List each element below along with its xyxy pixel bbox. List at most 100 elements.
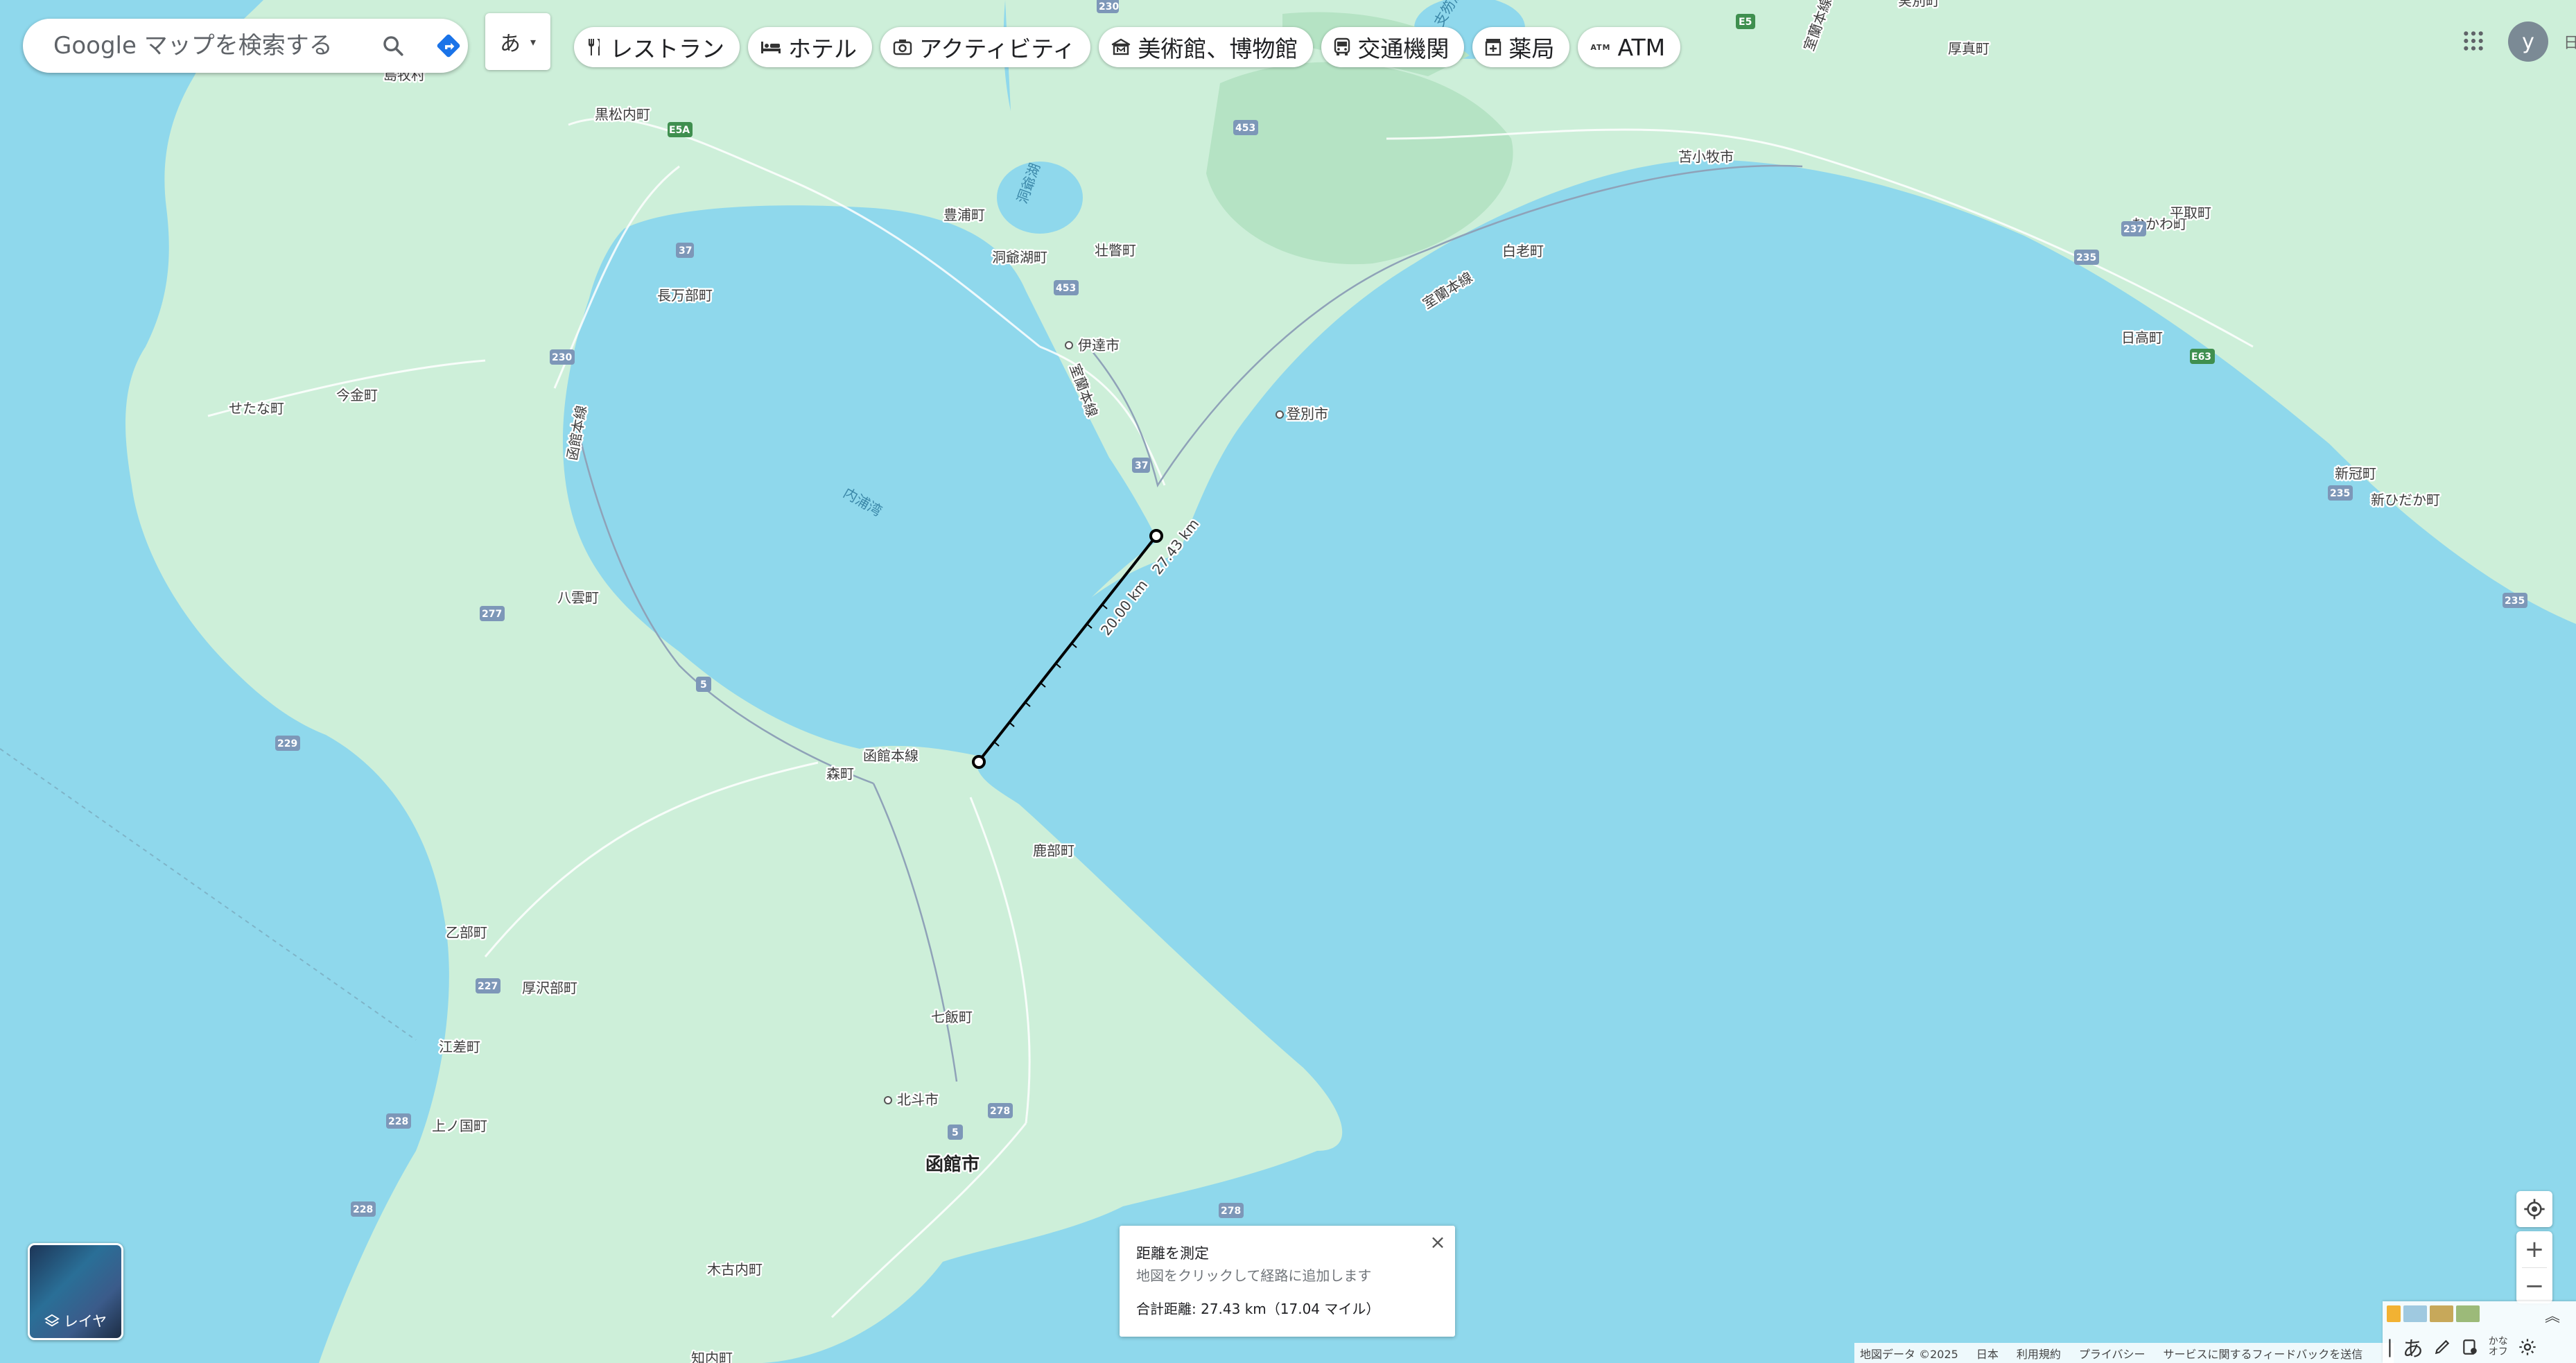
svg-text:230: 230 (1099, 1, 1119, 12)
privacy-link[interactable]: プライバシー (2079, 1345, 2146, 1362)
measure-title: 距離を測定 (1136, 1245, 1209, 1262)
chip-label: ホテル (788, 35, 857, 62)
svg-text:5: 5 (952, 1127, 959, 1138)
chip-pharmacy[interactable]: 薬局 (1472, 27, 1570, 67)
svg-text:苫小牧市: 苫小牧市 (1678, 148, 1734, 165)
svg-text:235: 235 (2505, 596, 2525, 607)
layers-label: レイヤ (63, 1313, 107, 1330)
corner-text: 日 (2564, 35, 2576, 52)
svg-text:E63: E63 (2191, 351, 2211, 363)
svg-text:453: 453 (1056, 283, 1076, 294)
search-box[interactable] (23, 19, 468, 73)
kana-toggle[interactable]: かな オフ (2489, 1337, 2508, 1357)
svg-text:新冠町: 新冠町 (2335, 465, 2376, 482)
camera-icon (893, 40, 912, 55)
expand-up-icon[interactable]: ︽ (2545, 1304, 2560, 1326)
chip-label: 薬局 (1508, 35, 1555, 62)
svg-text:237: 237 (2123, 224, 2143, 235)
svg-text:実別町: 実別町 (1898, 0, 1940, 9)
svg-text:江差町: 江差町 (439, 1039, 480, 1055)
chip-museums[interactable]: 美術館、博物館 (1099, 27, 1314, 67)
dictionary-icon[interactable] (2461, 1338, 2479, 1356)
country-link[interactable]: 日本 (1976, 1345, 1999, 1362)
pharmacy-icon (1486, 39, 1502, 56)
svg-text:E5A: E5A (669, 125, 690, 136)
svg-text:登別市: 登別市 (1287, 406, 1328, 422)
svg-text:室蘭本線: 室蘭本線 (1420, 268, 1476, 312)
chip-hotel[interactable]: ホテル (748, 27, 872, 67)
svg-text:厚沢部町: 厚沢部町 (522, 980, 577, 996)
imagery-thumb[interactable] (2456, 1305, 2480, 1322)
search-button[interactable] (378, 31, 408, 61)
svg-text:新ひだか町: 新ひだか町 (2371, 492, 2440, 508)
svg-text:上ノ国町: 上ノ国町 (432, 1118, 487, 1134)
search-icon (383, 36, 403, 56)
svg-text:日高町: 日高町 (2121, 329, 2163, 346)
svg-text:37: 37 (1135, 460, 1148, 471)
layers-button[interactable]: レイヤ (28, 1243, 123, 1340)
svg-text:木古内町: 木古内町 (707, 1261, 763, 1278)
svg-text:函館市: 函館市 (925, 1154, 980, 1175)
search-input[interactable] (52, 31, 360, 60)
chip-activities[interactable]: アクティビティ (880, 27, 1091, 67)
my-location-button[interactable] (2516, 1191, 2552, 1227)
ferry-line (0, 748, 417, 1041)
gear-icon[interactable] (2518, 1337, 2537, 1357)
svg-text:黒松内町: 黒松内町 (595, 106, 650, 123)
zoom-in-button[interactable]: + (2516, 1231, 2552, 1267)
layers-label-row: レイヤ (30, 1310, 121, 1331)
atm-icon: ATM (1590, 42, 1611, 52)
pegman-icon[interactable] (2387, 1305, 2401, 1322)
svg-text:洞爺湖町: 洞爺湖町 (992, 249, 1047, 266)
svg-text:北斗市: 北斗市 (897, 1091, 939, 1108)
chip-label: レストラン (610, 35, 724, 62)
zoom-out-button[interactable]: − (2516, 1268, 2552, 1304)
chip-atm[interactable]: ATM ATM (1578, 27, 1681, 67)
terms-link[interactable]: 利用規約 (2017, 1345, 2061, 1362)
svg-text:278: 278 (990, 1106, 1010, 1117)
close-icon[interactable]: × (1426, 1230, 1450, 1253)
imagery-thumb[interactable] (2430, 1305, 2453, 1322)
svg-text:平取町: 平取町 (2170, 205, 2211, 221)
ime-mode[interactable]: あ (2403, 1332, 2423, 1362)
svg-text:228: 228 (388, 1116, 408, 1127)
svg-text:227: 227 (478, 981, 498, 992)
svg-text:278: 278 (1221, 1206, 1241, 1217)
layers-icon (44, 1314, 60, 1327)
chip-transit[interactable]: 交通機関 (1321, 27, 1465, 67)
fork-knife-icon (589, 39, 600, 55)
svg-text:E5: E5 (1739, 17, 1752, 28)
svg-text:八雲町: 八雲町 (557, 589, 599, 606)
account-avatar[interactable]: y (2508, 21, 2548, 62)
svg-text:鹿部町: 鹿部町 (1033, 842, 1074, 859)
measure-start-point[interactable] (972, 755, 986, 769)
museum-icon (1112, 38, 1131, 55)
handwriting-icon[interactable] (2433, 1338, 2451, 1356)
imagery-thumb[interactable] (2403, 1305, 2427, 1322)
map-canvas[interactable]: 島牧村 黒松内町 長万部町 今金町 せたな町 八雲町 森町 鹿部町 乙部町 厚沢… (0, 0, 2576, 1363)
input-method-selector[interactable]: あ ▾ (485, 13, 550, 70)
apps-button[interactable] (2458, 26, 2489, 56)
bus-icon (1334, 37, 1350, 55)
ime-toolbar: | あ かな オフ (2387, 1332, 2537, 1362)
svg-text:白老町: 白老町 (1502, 243, 1544, 259)
feedback-link[interactable]: サービスに関するフィードバックを送信 (2164, 1345, 2363, 1362)
ime-label: あ (499, 32, 521, 56)
svg-text:壮瞥町: 壮瞥町 (1095, 242, 1136, 259)
imagery-thumbs (2387, 1305, 2480, 1322)
svg-text:せたな町: せたな町 (229, 400, 284, 417)
svg-text:5: 5 (700, 679, 707, 691)
chip-restaurant[interactable]: レストラン (574, 27, 740, 67)
directions-button[interactable] (432, 29, 465, 62)
svg-text:森町: 森町 (826, 765, 854, 782)
zoom-controls: + − (2516, 1231, 2552, 1303)
attribution-bar: 地図データ ©2025 日本 利用規約 プライバシー サービスに関するフィードバ… (1854, 1343, 2394, 1363)
directions-icon (437, 34, 460, 58)
svg-text:277: 277 (482, 609, 502, 620)
svg-text:知内町: 知内町 (691, 1350, 733, 1363)
svg-text:235: 235 (2330, 488, 2350, 499)
measure-total-distance: 合計距離: 27.43 km（17.04 マイル） (1136, 1301, 1380, 1317)
svg-text:函館本線: 函館本線 (863, 747, 919, 764)
bottom-tray: | あ かな オフ ︽ (2383, 1301, 2576, 1363)
measure-end-point[interactable] (1149, 529, 1163, 543)
